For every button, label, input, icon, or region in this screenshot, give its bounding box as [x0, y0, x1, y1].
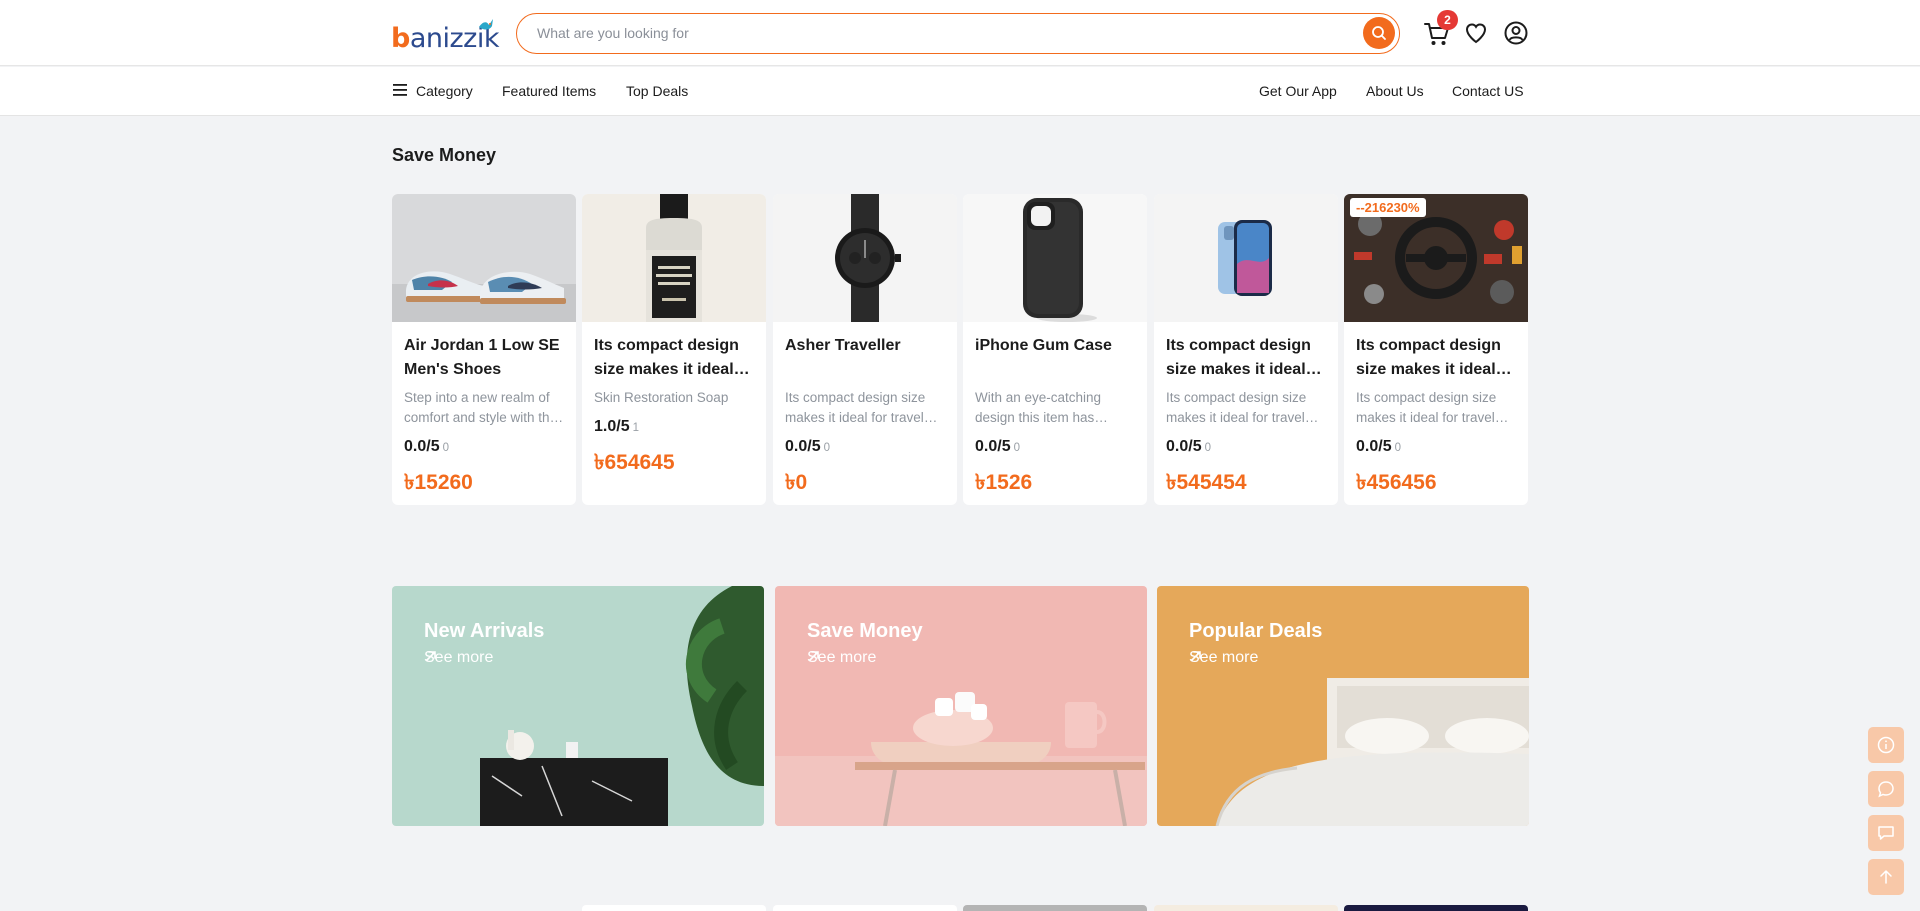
product-card[interactable]: Asher Traveller Its compact design size …: [773, 194, 957, 505]
banner-new-arrivals[interactable]: New Arrivals See more: [392, 586, 764, 826]
next-row-card[interactable]: [963, 905, 1147, 911]
info-button[interactable]: [1868, 727, 1904, 763]
banner-title: Popular Deals: [1189, 620, 1323, 642]
logo-initial: b: [391, 23, 410, 54]
product-name[interactable]: Air Jordan 1 Low SE Men's Shoes: [404, 334, 566, 382]
product-name[interactable]: iPhone Gum Case: [975, 334, 1137, 358]
chat-button[interactable]: [1868, 771, 1904, 807]
rating-value: 1.0/5: [594, 418, 630, 435]
product-rating: 0.0/5 0: [1356, 438, 1401, 456]
product-image[interactable]: [963, 194, 1147, 322]
rating-value: 0.0/5: [785, 438, 821, 455]
product-name[interactable]: Its compact design size makes it ideal f…: [594, 334, 756, 382]
next-row-card[interactable]: [582, 905, 766, 911]
nav-featured-items[interactable]: Featured Items: [502, 83, 596, 99]
product-price: ৳0: [785, 471, 808, 494]
rating-value: 0.0/5: [975, 438, 1011, 455]
rating-count: 0: [1394, 442, 1401, 454]
rating-count: 1: [632, 422, 639, 434]
next-row-card[interactable]: [1344, 905, 1528, 911]
product-name[interactable]: Its compact design size makes it ideal f…: [1166, 334, 1328, 382]
nav-top-deals[interactable]: Top Deals: [626, 83, 688, 99]
banner-title: New Arrivals: [424, 620, 545, 642]
product-description: Its compact design size makes it ideal f…: [1356, 390, 1497, 425]
arrow-up-icon: [1880, 870, 1892, 884]
product-rating: 0.0/5 0: [785, 438, 830, 456]
product-rating: 0.0/5 0: [1166, 438, 1211, 456]
arrow-up-right-icon: [809, 651, 819, 661]
next-row-card[interactable]: [1154, 905, 1338, 911]
hamburger-menu-icon[interactable]: [393, 84, 407, 96]
banner-title: Save Money: [807, 620, 923, 642]
message-button[interactable]: [1868, 815, 1904, 851]
nav-contact-us[interactable]: Contact US: [1452, 83, 1524, 99]
nav-about-us[interactable]: About Us: [1366, 83, 1424, 99]
message-icon: [1878, 826, 1894, 840]
next-row-card[interactable]: [773, 905, 957, 911]
product-description: Skin Restoration Soap: [594, 390, 729, 405]
watch-image: [773, 194, 957, 322]
rating-count: 0: [1013, 442, 1020, 454]
rating-value: 0.0/5: [1356, 438, 1392, 455]
product-price: ৳654645: [594, 451, 675, 474]
iphone-image: [1154, 194, 1338, 322]
product-card[interactable]: Its compact design size makes it ideal f…: [1154, 194, 1338, 505]
rating-value: 0.0/5: [1166, 438, 1202, 455]
product-rating: 0.0/5 0: [975, 438, 1020, 456]
banner-save-money[interactable]: Save Money See more: [775, 586, 1147, 826]
search-input[interactable]: [537, 14, 1337, 52]
product-description: Step into a new realm of comfort and sty…: [404, 390, 558, 425]
product-price: ৳1526: [975, 471, 1033, 494]
product-description: Its compact design size makes it ideal f…: [785, 390, 926, 425]
product-name[interactable]: Its compact design size makes it ideal f…: [1356, 334, 1518, 382]
nav-category[interactable]: Category: [416, 83, 473, 99]
banner-popular-deals[interactable]: Popular Deals See more: [1157, 586, 1529, 826]
bird-icon: [479, 19, 493, 30]
nav-get-our-app[interactable]: Get Our App: [1259, 83, 1337, 99]
info-icon: [1877, 736, 1895, 754]
top-header: banizzik 2: [0, 0, 1920, 66]
product-image[interactable]: [773, 194, 957, 322]
product-image[interactable]: [392, 194, 576, 322]
product-rating: 0.0/5 0: [404, 438, 449, 456]
cart-count-badge: 2: [1437, 10, 1458, 30]
product-description: With an eye-catching design this item ha…: [975, 390, 1102, 425]
rating-value: 0.0/5: [404, 438, 440, 455]
user-account-icon[interactable]: [1504, 21, 1528, 45]
product-card[interactable]: Its compact design size makes it ideal f…: [582, 194, 766, 505]
arrow-up-right-icon: [426, 651, 436, 661]
logo[interactable]: banizzik: [391, 17, 499, 54]
product-card[interactable]: iPhone Gum Case With an eye-catching des…: [963, 194, 1147, 505]
see-more-link[interactable]: See more: [1189, 649, 1258, 667]
main-nav: Category Featured Items Top Deals Get Ou…: [0, 67, 1920, 116]
see-more-link[interactable]: See more: [424, 649, 493, 667]
product-card[interactable]: Air Jordan 1 Low SE Men's Shoes Step int…: [392, 194, 576, 505]
product-price: ৳545454: [1166, 471, 1247, 494]
rating-count: 0: [442, 442, 449, 454]
search-bar: [516, 13, 1400, 54]
product-price: ৳15260: [404, 471, 473, 494]
search-button[interactable]: [1363, 17, 1395, 49]
product-description: Its compact design size makes it ideal f…: [1166, 390, 1307, 425]
product-rating: 1.0/5 1: [594, 418, 639, 436]
arrow-up-right-icon: [1191, 651, 1201, 661]
see-more-link[interactable]: See more: [807, 649, 876, 667]
search-icon: [1372, 26, 1386, 40]
phone-case-image: [963, 194, 1147, 322]
sneakers-image: [392, 194, 576, 322]
product-image[interactable]: [582, 194, 766, 322]
discount-badge: --216230%: [1350, 198, 1426, 217]
heart-icon[interactable]: [1464, 21, 1488, 45]
rating-count: 0: [1204, 442, 1211, 454]
scroll-to-top-button[interactable]: [1868, 859, 1904, 895]
rating-count: 0: [823, 442, 830, 454]
chat-bubble-icon: [1878, 781, 1894, 798]
product-image[interactable]: [1154, 194, 1338, 322]
product-image[interactable]: --216230%: [1344, 194, 1528, 322]
section-title: Save Money: [392, 145, 497, 165]
product-name[interactable]: Asher Traveller: [785, 334, 947, 358]
product-card[interactable]: --216230% Its compact design size makes …: [1344, 194, 1528, 505]
product-price: ৳456456: [1356, 471, 1437, 494]
soap-bottle-image: [582, 194, 766, 322]
